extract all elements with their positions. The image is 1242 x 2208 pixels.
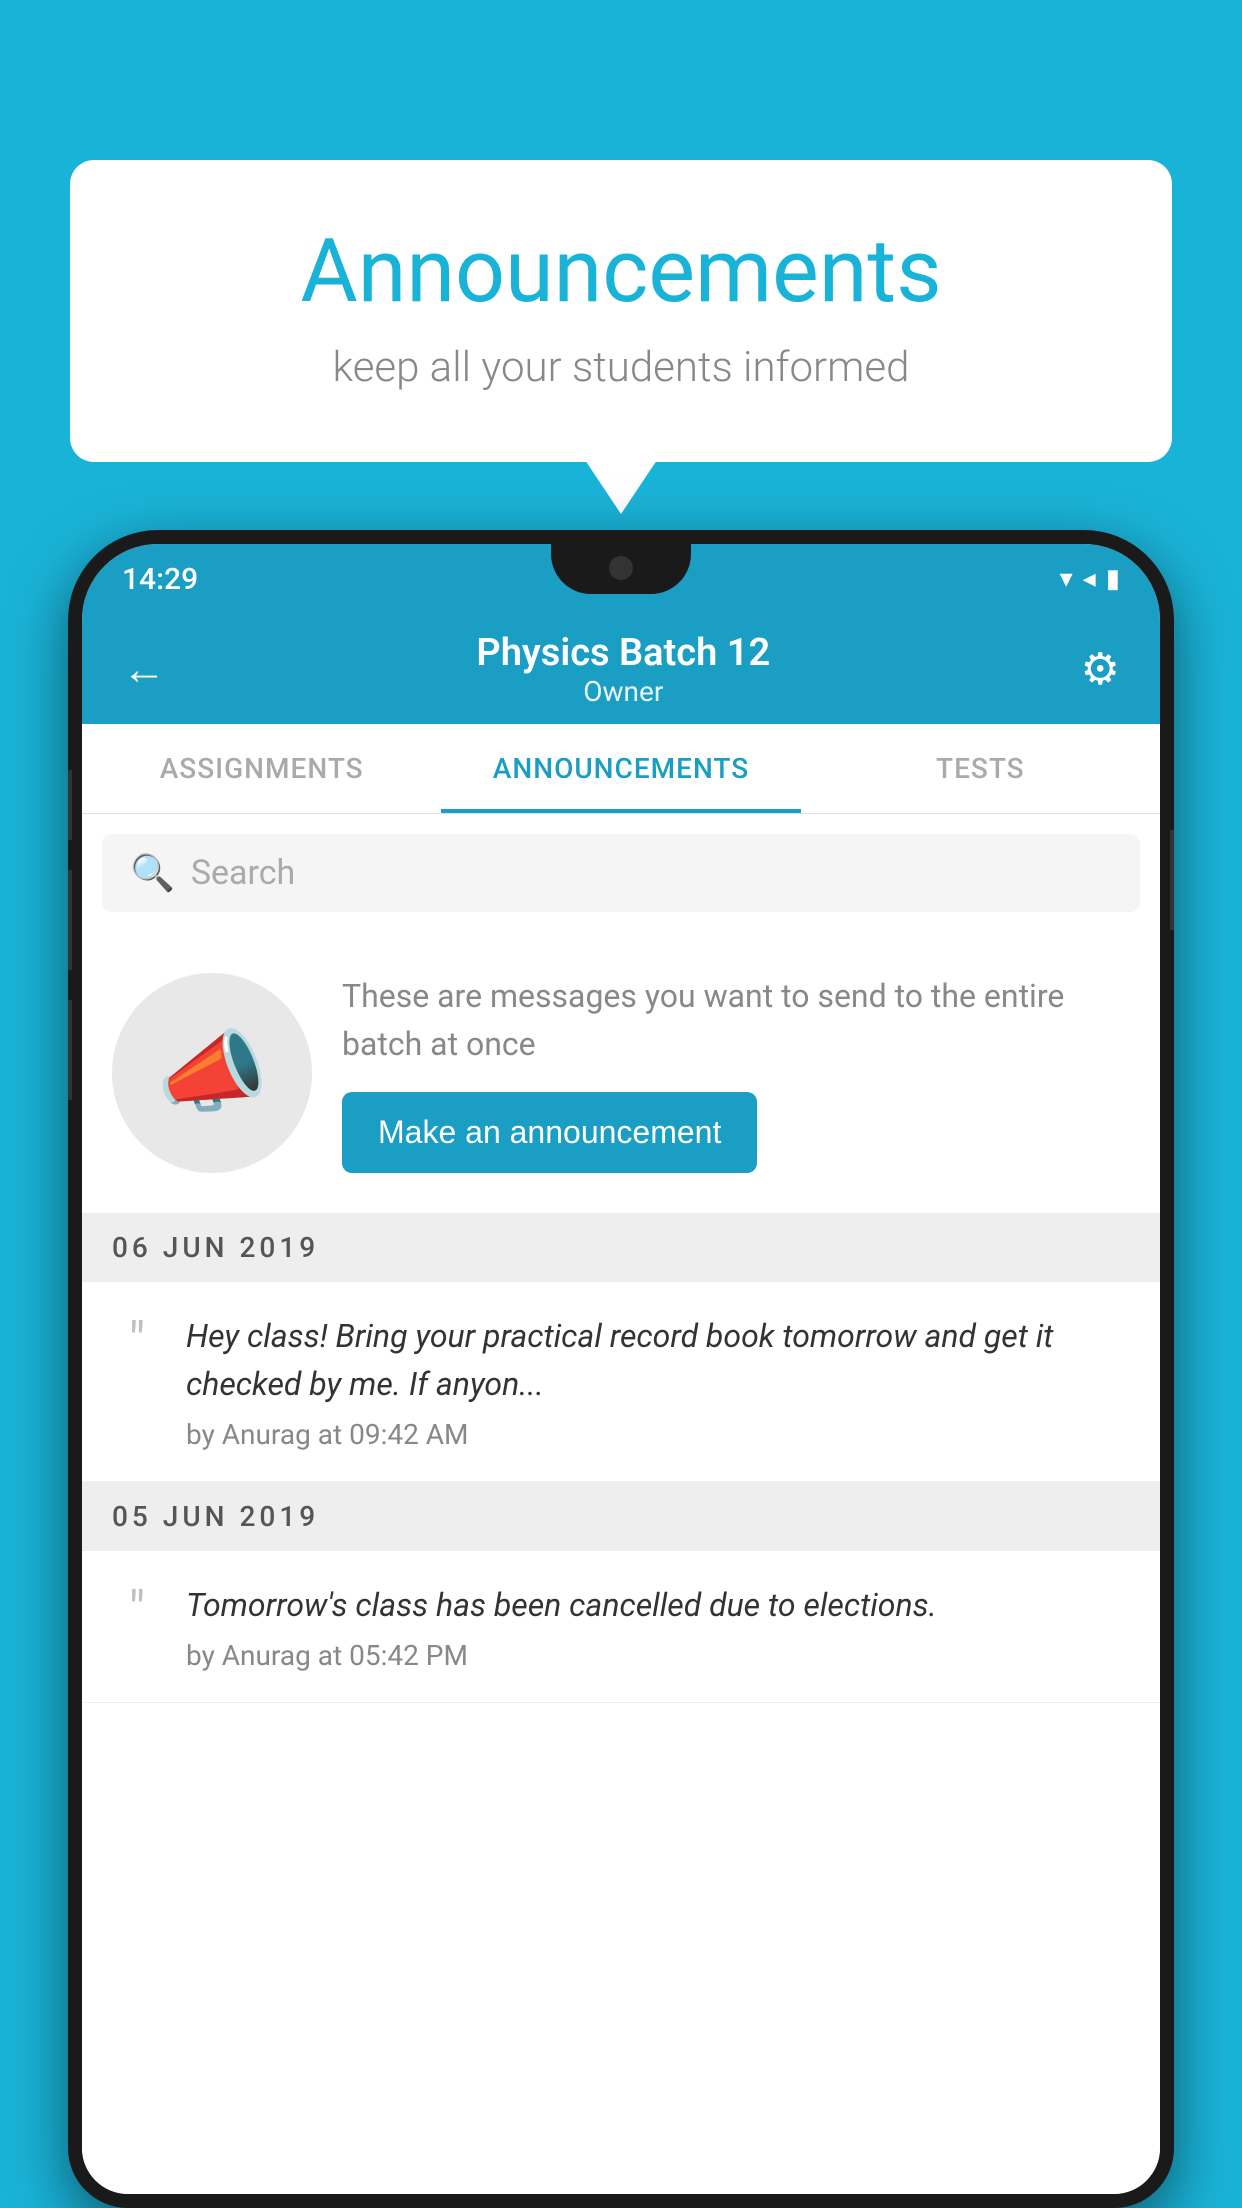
announcement-item-2[interactable]: " Tomorrow's class has been cancelled du… bbox=[82, 1551, 1160, 1703]
phone-notch bbox=[551, 544, 691, 594]
volume-down-button bbox=[68, 870, 72, 970]
settings-button[interactable]: ⚙ bbox=[1071, 633, 1130, 705]
quote-icon-1: " bbox=[112, 1316, 162, 1368]
search-placeholder: Search bbox=[191, 853, 295, 893]
promo-description: These are messages you want to send to t… bbox=[342, 972, 1130, 1068]
speech-bubble: Announcements keep all your students inf… bbox=[70, 160, 1172, 462]
tab-tests[interactable]: TESTS bbox=[801, 724, 1160, 813]
tabs-bar: ASSIGNMENTS ANNOUNCEMENTS TESTS bbox=[82, 724, 1160, 814]
status-icons: ▾ ◂ ▮ bbox=[1060, 564, 1120, 594]
phone-frame: 14:29 ▾ ◂ ▮ ← Physics Batch 12 Owner ⚙ A… bbox=[68, 530, 1174, 2208]
app-bar-title-area: Physics Batch 12 Owner bbox=[176, 631, 1071, 708]
silent-button bbox=[68, 1000, 72, 1100]
speech-bubble-container: Announcements keep all your students inf… bbox=[70, 160, 1172, 462]
announcement-text-1: Hey class! Bring your practical record b… bbox=[186, 1312, 1130, 1451]
app-bar-title: Physics Batch 12 bbox=[176, 631, 1071, 675]
volume-up-button bbox=[68, 770, 72, 840]
announcement-message-1: Hey class! Bring your practical record b… bbox=[186, 1312, 1130, 1408]
announcement-message-2: Tomorrow's class has been cancelled due … bbox=[186, 1581, 1130, 1629]
promo-section: 📣 These are messages you want to send to… bbox=[82, 932, 1160, 1213]
tab-announcements[interactable]: ANNOUNCEMENTS bbox=[441, 724, 800, 813]
announcement-text-2: Tomorrow's class has been cancelled due … bbox=[186, 1581, 1130, 1672]
back-button[interactable]: ← bbox=[112, 633, 176, 705]
megaphone-icon: 📣 bbox=[156, 1020, 268, 1125]
quote-icon-2: " bbox=[112, 1585, 162, 1637]
app-bar: ← Physics Batch 12 Owner ⚙ bbox=[82, 614, 1160, 724]
search-container: 🔍 Search bbox=[82, 814, 1160, 932]
status-time: 14:29 bbox=[122, 562, 198, 597]
announcement-meta-1: by Anurag at 09:42 AM bbox=[186, 1418, 1130, 1451]
promo-icon-circle: 📣 bbox=[112, 973, 312, 1173]
search-box[interactable]: 🔍 Search bbox=[102, 834, 1140, 912]
announcement-item-1[interactable]: " Hey class! Bring your practical record… bbox=[82, 1282, 1160, 1482]
battery-icon: ▮ bbox=[1106, 564, 1120, 594]
main-content: 🔍 Search 📣 These are messages you want t… bbox=[82, 814, 1160, 2194]
bubble-title: Announcements bbox=[150, 220, 1092, 323]
power-button bbox=[1170, 830, 1174, 930]
app-bar-subtitle: Owner bbox=[176, 675, 1071, 708]
announcement-meta-2: by Anurag at 05:42 PM bbox=[186, 1639, 1130, 1672]
phone-screen: 14:29 ▾ ◂ ▮ ← Physics Batch 12 Owner ⚙ A… bbox=[82, 544, 1160, 2194]
tab-assignments[interactable]: ASSIGNMENTS bbox=[82, 724, 441, 813]
signal-icon: ◂ bbox=[1083, 564, 1096, 594]
search-icon: 🔍 bbox=[130, 852, 175, 894]
wifi-icon: ▾ bbox=[1060, 564, 1073, 594]
date-divider-1: 06 JUN 2019 bbox=[82, 1213, 1160, 1282]
front-camera bbox=[609, 556, 633, 580]
date-divider-2: 05 JUN 2019 bbox=[82, 1482, 1160, 1551]
make-announcement-button[interactable]: Make an announcement bbox=[342, 1092, 757, 1173]
bubble-subtitle: keep all your students informed bbox=[150, 343, 1092, 392]
promo-content: These are messages you want to send to t… bbox=[342, 972, 1130, 1173]
